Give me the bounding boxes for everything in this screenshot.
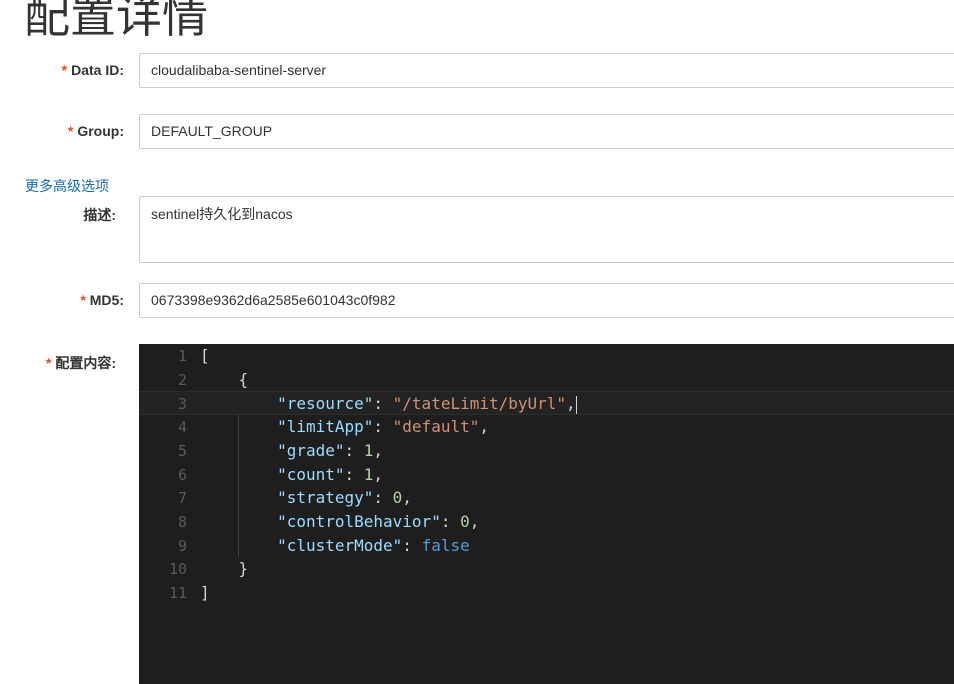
code-token: {	[200, 369, 249, 389]
code-text: {	[200, 368, 249, 392]
code-token: "controlBehavior"	[277, 511, 441, 531]
line-number: 4	[177, 418, 187, 437]
data-id-label: * Data ID:	[62, 62, 124, 78]
group-label-text: Group:	[77, 123, 124, 139]
code-text: "count": 1,	[200, 463, 383, 487]
code-line[interactable]: 9 "clusterMode": false	[139, 534, 954, 558]
code-token: ,	[469, 511, 480, 531]
required-asterisk: *	[61, 62, 68, 78]
code-line[interactable]: 4 "limitApp": "default",	[139, 415, 954, 439]
code-token: "grade"	[277, 440, 345, 460]
code-text: "clusterMode": false	[200, 534, 470, 558]
code-token: "default"	[392, 417, 480, 437]
line-number: 5	[177, 441, 187, 460]
code-token: "/tateLimit/byUrl"	[392, 394, 567, 414]
content-label-text: 配置内容:	[55, 355, 116, 371]
data-id-field[interactable]: cloudalibaba-sentinel-server	[139, 53, 954, 88]
md5-label: * MD5:	[80, 292, 124, 308]
line-number: 7	[177, 489, 187, 508]
code-line[interactable]: 11]	[139, 581, 954, 605]
group-label: * Group:	[68, 123, 124, 139]
code-token: "count"	[277, 464, 345, 484]
advanced-options-link[interactable]: 更多高级选项	[25, 176, 109, 196]
line-number: 6	[177, 465, 187, 484]
code-line[interactable]: 3 "resource": "/tateLimit/byUrl",	[139, 391, 954, 416]
code-line[interactable]: 5 "grade": 1,	[139, 439, 954, 463]
code-line[interactable]: 2 {	[139, 368, 954, 392]
code-token: "limitApp"	[277, 417, 374, 437]
md5-label-text: MD5:	[89, 292, 124, 308]
code-token: 0	[392, 488, 403, 508]
code-token: :	[373, 488, 393, 508]
code-token: ]	[200, 583, 210, 602]
code-text: "grade": 1,	[200, 439, 383, 463]
group-field[interactable]: DEFAULT_GROUP	[139, 114, 954, 149]
data-id-label-text: Data ID:	[71, 62, 124, 78]
code-text: "strategy": 0,	[200, 486, 412, 510]
md5-field[interactable]: 0673398e9362d6a2585e601043c0f982	[139, 283, 954, 318]
code-token: 0	[460, 511, 470, 531]
description-field[interactable]: sentinel持久化到nacos	[139, 196, 954, 263]
code-token: "resource"	[277, 394, 374, 414]
code-token: :	[402, 535, 422, 555]
code-line[interactable]: 6 "count": 1,	[139, 463, 954, 487]
page-title: 配置详情	[24, 0, 208, 43]
code-text: "controlBehavior": 0,	[200, 510, 479, 534]
line-number: 2	[177, 370, 187, 389]
code-token: 1	[363, 464, 374, 484]
code-text: }	[200, 557, 249, 581]
required-asterisk: *	[67, 123, 74, 139]
line-number: 3	[177, 395, 187, 414]
text-cursor	[575, 395, 577, 414]
code-line[interactable]: 7 "strategy": 0,	[139, 486, 954, 510]
code-token: ,	[373, 464, 384, 484]
code-token: "clusterMode"	[277, 535, 403, 555]
code-token: ,	[402, 488, 412, 508]
code-token: :	[344, 464, 364, 484]
code-token: ,	[566, 394, 576, 414]
required-asterisk: *	[80, 292, 86, 308]
required-asterisk: *	[45, 355, 52, 371]
code-token: }	[200, 559, 249, 579]
description-label: 描述:	[83, 207, 116, 223]
code-line[interactable]: 1[	[139, 344, 954, 368]
line-number: 8	[177, 512, 187, 531]
code-text: [	[200, 344, 210, 368]
code-token: ,	[479, 417, 489, 437]
code-token: ,	[373, 440, 384, 460]
code-token: false	[421, 535, 470, 555]
code-token: :	[440, 511, 461, 531]
code-editor[interactable]: 1[2 {3 "resource": "/tateLimit/byUrl", 4 …	[139, 344, 954, 684]
code-token: 1	[363, 440, 374, 460]
code-line[interactable]: 10 }	[139, 557, 954, 581]
code-token: "strategy"	[277, 488, 374, 508]
line-number: 10	[168, 560, 187, 579]
line-number: 9	[177, 536, 187, 555]
code-token: :	[373, 394, 393, 414]
content-label: * 配置内容:	[46, 353, 116, 373]
code-text: "limitApp": "default",	[200, 415, 489, 439]
code-line[interactable]: 8 "controlBehavior": 0,	[139, 510, 954, 534]
code-token: [	[200, 346, 210, 365]
line-number: 1	[177, 347, 187, 365]
code-text: ]	[200, 581, 210, 605]
code-token: :	[344, 440, 364, 460]
code-token: :	[373, 417, 393, 437]
line-number: 11	[168, 584, 187, 602]
code-text: "resource": "/tateLimit/byUrl",	[200, 392, 577, 416]
